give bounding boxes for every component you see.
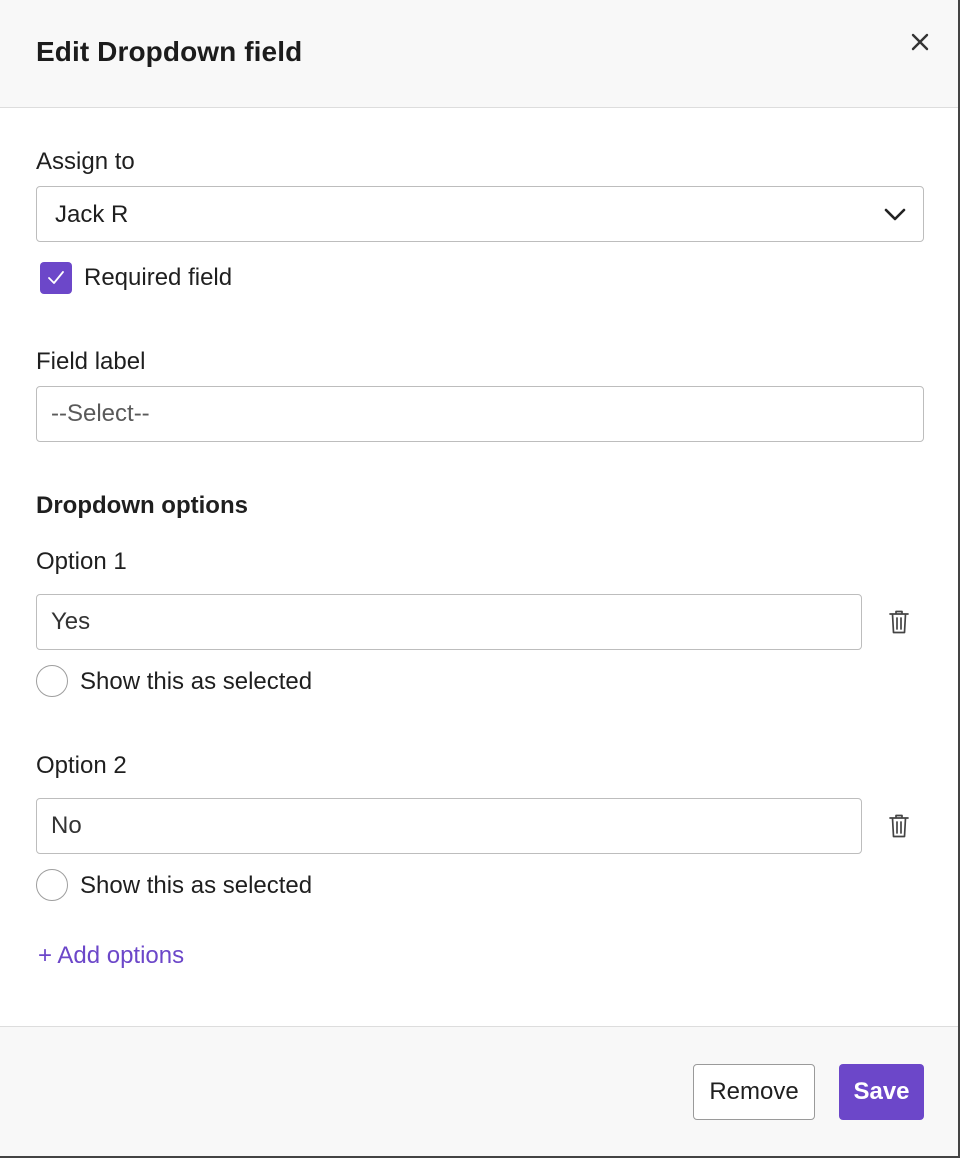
option-2-selected-radio[interactable] [36,869,68,901]
required-field-label: Required field [84,264,233,291]
field-label-placeholder: --Select-- [51,400,150,427]
dialog-title: Edit Dropdown field [36,36,303,67]
check-icon [48,271,64,284]
trash-icon[interactable] [888,609,910,635]
save-button[interactable]: Save [839,1064,924,1120]
option-2-value: No [51,812,82,839]
dialog-header: Edit Dropdown field [0,0,958,108]
field-label-input[interactable]: --Select-- [36,386,924,442]
option-1-label: Option 1 [36,548,127,575]
trash-icon[interactable] [888,813,910,839]
option-1-value: Yes [51,608,91,635]
assign-to-value: Jack R [55,201,129,228]
close-button[interactable] [904,26,936,58]
assign-to-label: Assign to [36,148,135,175]
option-2-selected-label: Show this as selected [80,872,313,899]
close-icon [911,33,929,51]
required-field-checkbox[interactable] [40,262,72,294]
option-1-selected-radio[interactable] [36,665,68,697]
add-options-link[interactable]: + Add options [38,942,184,970]
option-2-input[interactable]: No [36,798,862,854]
option-1-input[interactable]: Yes [36,594,862,650]
dropdown-options-title: Dropdown options [36,492,248,519]
remove-button[interactable]: Remove [693,1064,815,1120]
field-label-label: Field label [36,348,146,375]
edit-dropdown-dialog: Edit Dropdown field Assign to Jack R Req… [0,0,960,1158]
chevron-down-icon [884,208,906,221]
assign-to-select[interactable]: Jack R [36,186,924,242]
option-1-selected-label: Show this as selected [80,668,313,695]
option-2-label: Option 2 [36,752,127,779]
